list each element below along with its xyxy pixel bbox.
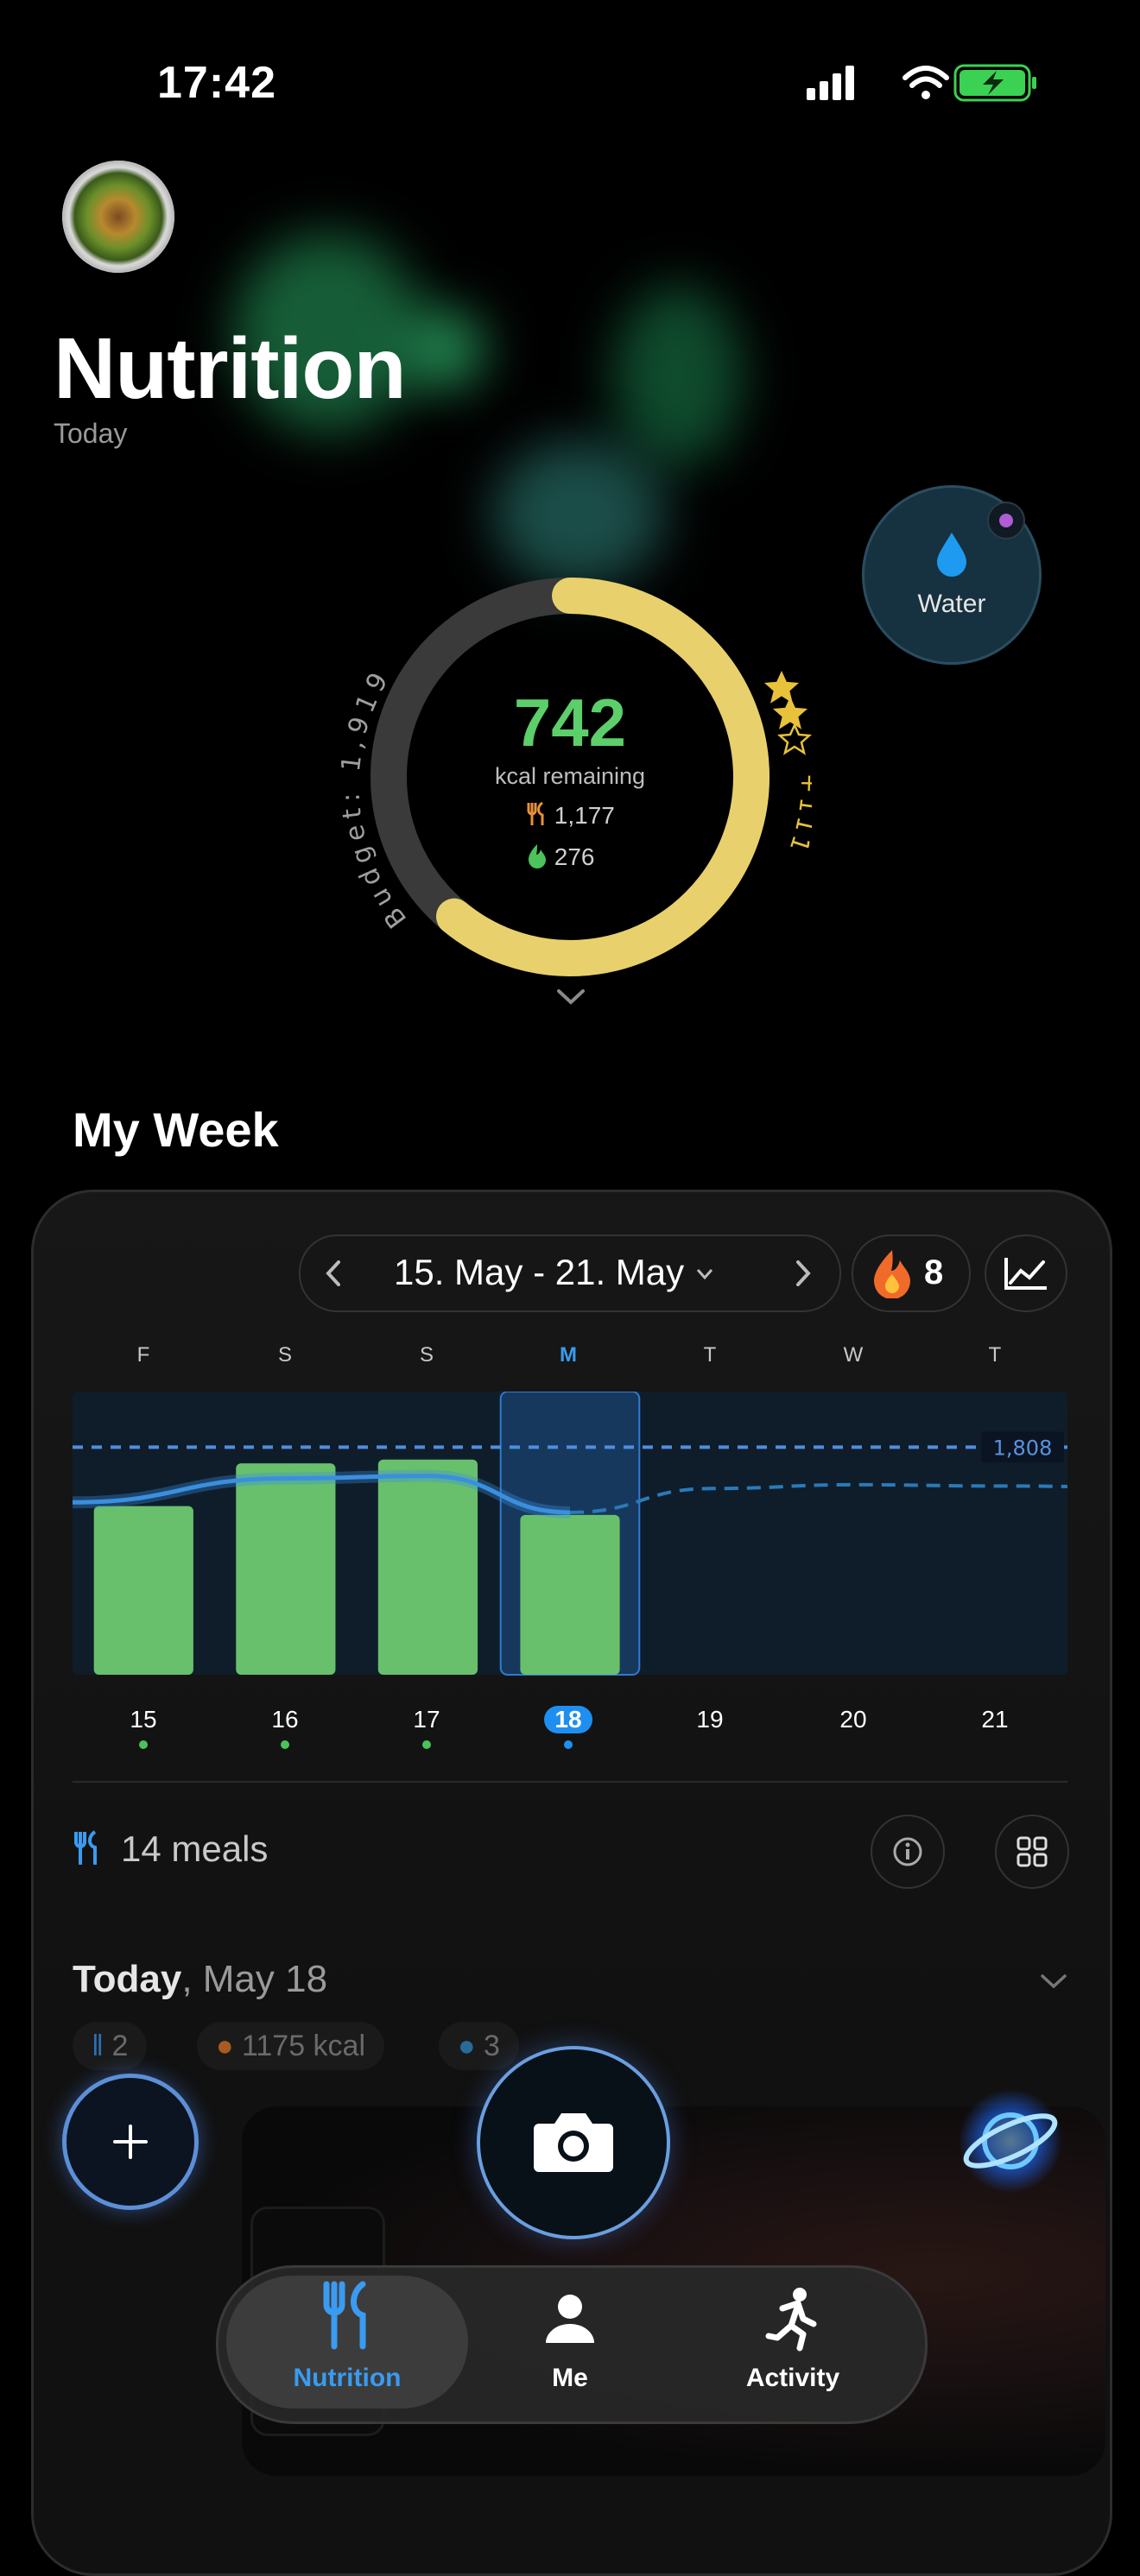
page-subtitle: Today — [54, 418, 128, 449]
day-letter-4: T — [703, 1343, 717, 1367]
day-letter-0: F — [136, 1343, 150, 1367]
day-number-16[interactable]: 16 — [259, 1706, 311, 1733]
day-logged-dot — [281, 1740, 289, 1749]
streak-badge[interactable]: 8 — [852, 1234, 971, 1312]
chip-water: ● 3 — [439, 2022, 519, 2070]
trend-chart-button[interactable] — [985, 1234, 1067, 1312]
glow-2 — [406, 311, 484, 388]
day-letter-6: T — [988, 1343, 1002, 1367]
eaten-row: 1,177 — [484, 801, 674, 830]
day-number-20[interactable]: 20 — [827, 1706, 879, 1733]
section-title-my-week: My Week — [73, 1102, 279, 1157]
water-drop-icon — [937, 533, 966, 577]
today-header[interactable]: Today, May 18 — [73, 1958, 327, 2001]
day-number-18[interactable]: 18 — [544, 1706, 592, 1733]
add-button[interactable] — [62, 2074, 199, 2210]
avatar[interactable] — [62, 161, 174, 273]
tab-activity-label: Activity — [745, 2364, 840, 2392]
burned-row: 276 — [484, 843, 674, 871]
meals-count: 14 meals — [121, 1828, 269, 1869]
eaten-value: 1,177 — [554, 802, 615, 829]
ai-planet-icon[interactable] — [950, 2080, 1071, 2201]
flame-icon — [529, 844, 546, 868]
meals-fork-knife-icon — [74, 1830, 97, 1865]
burned-value: 276 — [554, 843, 595, 870]
glow-3 — [613, 285, 743, 466]
tab-me[interactable]: Me — [466, 2279, 674, 2409]
day-number-19[interactable]: 19 — [684, 1706, 736, 1733]
week-range-label: 15. May - 21. May — [394, 1252, 685, 1292]
tab-activity[interactable]: Activity — [689, 2279, 896, 2409]
day-number-21[interactable]: 21 — [969, 1706, 1021, 1733]
chip-drop-icon: ● — [458, 2030, 476, 2062]
chevron-left-icon[interactable] — [325, 1260, 342, 1286]
kcal-remaining-value: 742 — [513, 685, 627, 761]
today-chevron-icon[interactable] — [1040, 1973, 1067, 1991]
day-letter-5: W — [843, 1343, 864, 1367]
fork-knife-icon — [527, 801, 544, 825]
battery-icon — [953, 64, 1036, 102]
streak-count: 8 — [924, 1253, 944, 1291]
info-icon — [893, 1837, 922, 1866]
camera-icon — [534, 2113, 613, 2172]
day-logged-dot — [139, 1740, 148, 1749]
running-icon — [765, 2288, 817, 2352]
day-letter-2: S — [419, 1343, 434, 1367]
kcal-remaining-label: kcal remaining — [494, 763, 646, 789]
camera-button[interactable] — [477, 2046, 670, 2239]
day-logged-dot — [564, 1740, 573, 1749]
day-logged-dot — [422, 1740, 431, 1749]
tab-nutrition[interactable]: Nutrition — [244, 2279, 451, 2409]
chip-meals-icon: ǁ — [92, 2030, 104, 2062]
chevron-right-icon[interactable] — [795, 1260, 812, 1286]
divider — [73, 1781, 1067, 1783]
projected-trend-line — [569, 1482, 1067, 1514]
grid-icon — [1016, 1836, 1048, 1867]
chart-line-icon — [1004, 1258, 1047, 1290]
status-time: 17:42 — [157, 58, 276, 108]
chevron-down-small-icon — [696, 1269, 712, 1280]
day-letter-1: S — [277, 1343, 292, 1367]
stars-icon — [763, 670, 812, 755]
bar-15 — [93, 1506, 193, 1675]
bar-16 — [236, 1463, 336, 1675]
today-date: , May 18 — [181, 1958, 328, 2000]
fork-knife-tab-icon — [323, 2281, 366, 2350]
bar-17 — [377, 1459, 478, 1675]
chip-meals-value: 2 — [111, 2030, 129, 2062]
water-reminder-badge[interactable] — [987, 502, 1025, 540]
water-label: Water — [917, 590, 986, 618]
person-icon — [546, 2295, 594, 2343]
bar-18 — [520, 1514, 620, 1675]
info-button[interactable] — [871, 1815, 945, 1889]
streak-flame-icon — [874, 1250, 910, 1298]
grid-view-button[interactable] — [995, 1815, 1069, 1889]
chip-meals: ǁ 2 — [73, 2022, 148, 2070]
today-label: Today — [73, 1958, 182, 2000]
signal-icon — [807, 66, 854, 100]
water-button[interactable]: Water — [862, 485, 1042, 665]
chip-kcal-value: 1175 kcal — [242, 2030, 366, 2062]
tab-me-label: Me — [552, 2364, 588, 2392]
week-range-selector: 15. May - 21. May — [299, 1234, 841, 1312]
chevron-down-icon[interactable] — [556, 988, 586, 1007]
chip-water-value: 3 — [484, 2030, 500, 2062]
wifi-icon — [902, 66, 949, 99]
week-chart[interactable]: 1,808 — [73, 1392, 1067, 1676]
day-letter-3: M — [560, 1343, 577, 1367]
week-range-button[interactable]: 15. May - 21. May — [394, 1252, 714, 1293]
tab-nutrition-label: Nutrition — [293, 2364, 402, 2392]
day-number-15[interactable]: 15 — [117, 1706, 169, 1733]
day-number-17[interactable]: 17 — [401, 1706, 453, 1733]
chip-flame-icon: ● — [216, 2030, 234, 2062]
goal-label: 1,808 — [993, 1436, 1053, 1460]
bonus-label: +111 — [783, 773, 812, 858]
plus-icon — [113, 2125, 148, 2159]
status-icons — [807, 64, 1036, 102]
chip-kcal: ● 1175 kcal — [197, 2022, 385, 2070]
page-title: Nutrition — [54, 320, 407, 417]
